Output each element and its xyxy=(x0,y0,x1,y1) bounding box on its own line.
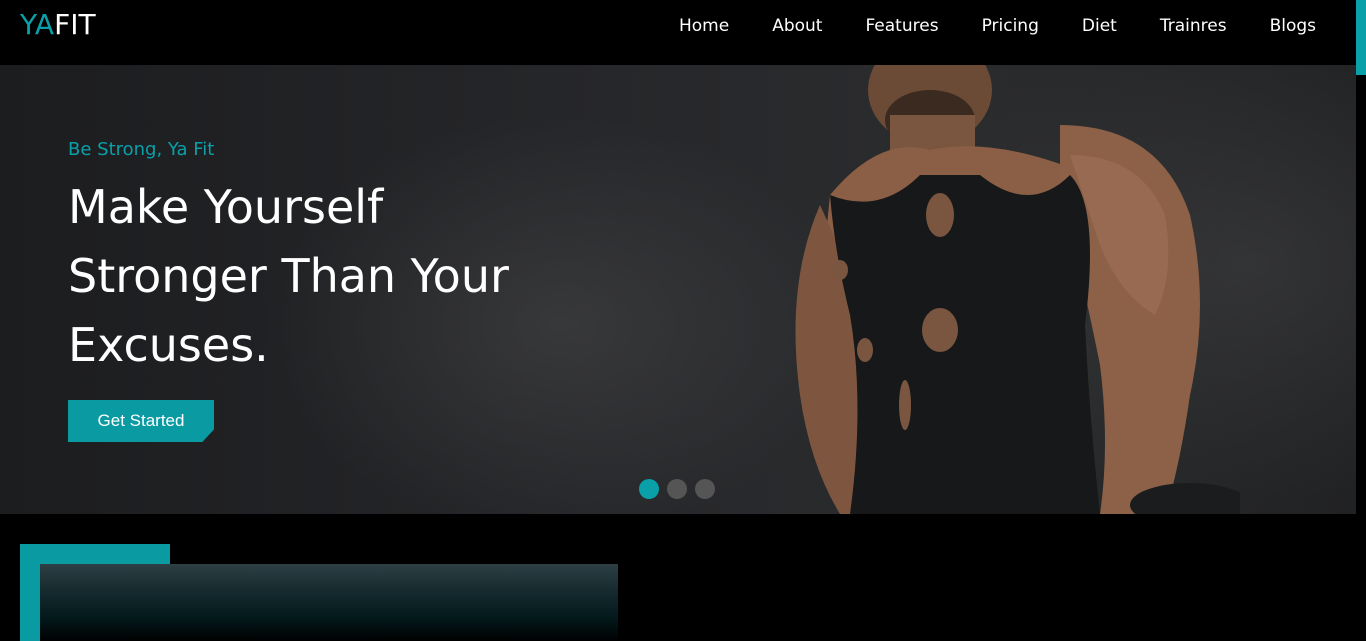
hero-tagline: Be Strong, Ya Fit xyxy=(68,139,215,160)
get-started-button[interactable]: Get Started xyxy=(68,400,214,442)
nav-pricing[interactable]: Pricing xyxy=(982,16,1039,36)
about-image xyxy=(40,564,618,641)
main-nav: Home About Features Pricing Diet Trainre… xyxy=(636,0,1316,52)
hero-title-line-3: Excuses. xyxy=(68,318,269,372)
hero-title-line-1: Make Yourself xyxy=(68,180,384,234)
nav-home[interactable]: Home xyxy=(679,16,729,36)
nav-features[interactable]: Features xyxy=(865,16,938,36)
logo-part-ya: YA xyxy=(20,8,55,41)
hero-athlete-image xyxy=(795,65,1240,514)
hero-title-line-2: Stronger Than Your xyxy=(68,249,509,303)
slide-indicators xyxy=(639,479,723,499)
slide-dot-2[interactable] xyxy=(667,479,687,499)
nav-trainres[interactable]: Trainres xyxy=(1160,16,1227,36)
page-scrollbar[interactable] xyxy=(1356,0,1366,641)
nav-blogs[interactable]: Blogs xyxy=(1270,16,1316,36)
nav-about[interactable]: About xyxy=(772,16,822,36)
scrollbar-thumb[interactable] xyxy=(1356,0,1366,75)
slide-dot-3[interactable] xyxy=(695,479,715,499)
site-header: YAFIT Home About Features Pricing Diet T… xyxy=(0,0,1356,65)
nav-diet[interactable]: Diet xyxy=(1082,16,1117,36)
hero-slider: Be Strong, Ya Fit Make Yourself Stronger… xyxy=(0,65,1356,514)
logo-part-fit: FIT xyxy=(54,8,96,41)
hero-title: Make Yourself Stronger Than Your Excuses… xyxy=(68,173,588,380)
slide-dot-1[interactable] xyxy=(639,479,659,499)
brand-logo[interactable]: YAFIT xyxy=(20,9,96,41)
